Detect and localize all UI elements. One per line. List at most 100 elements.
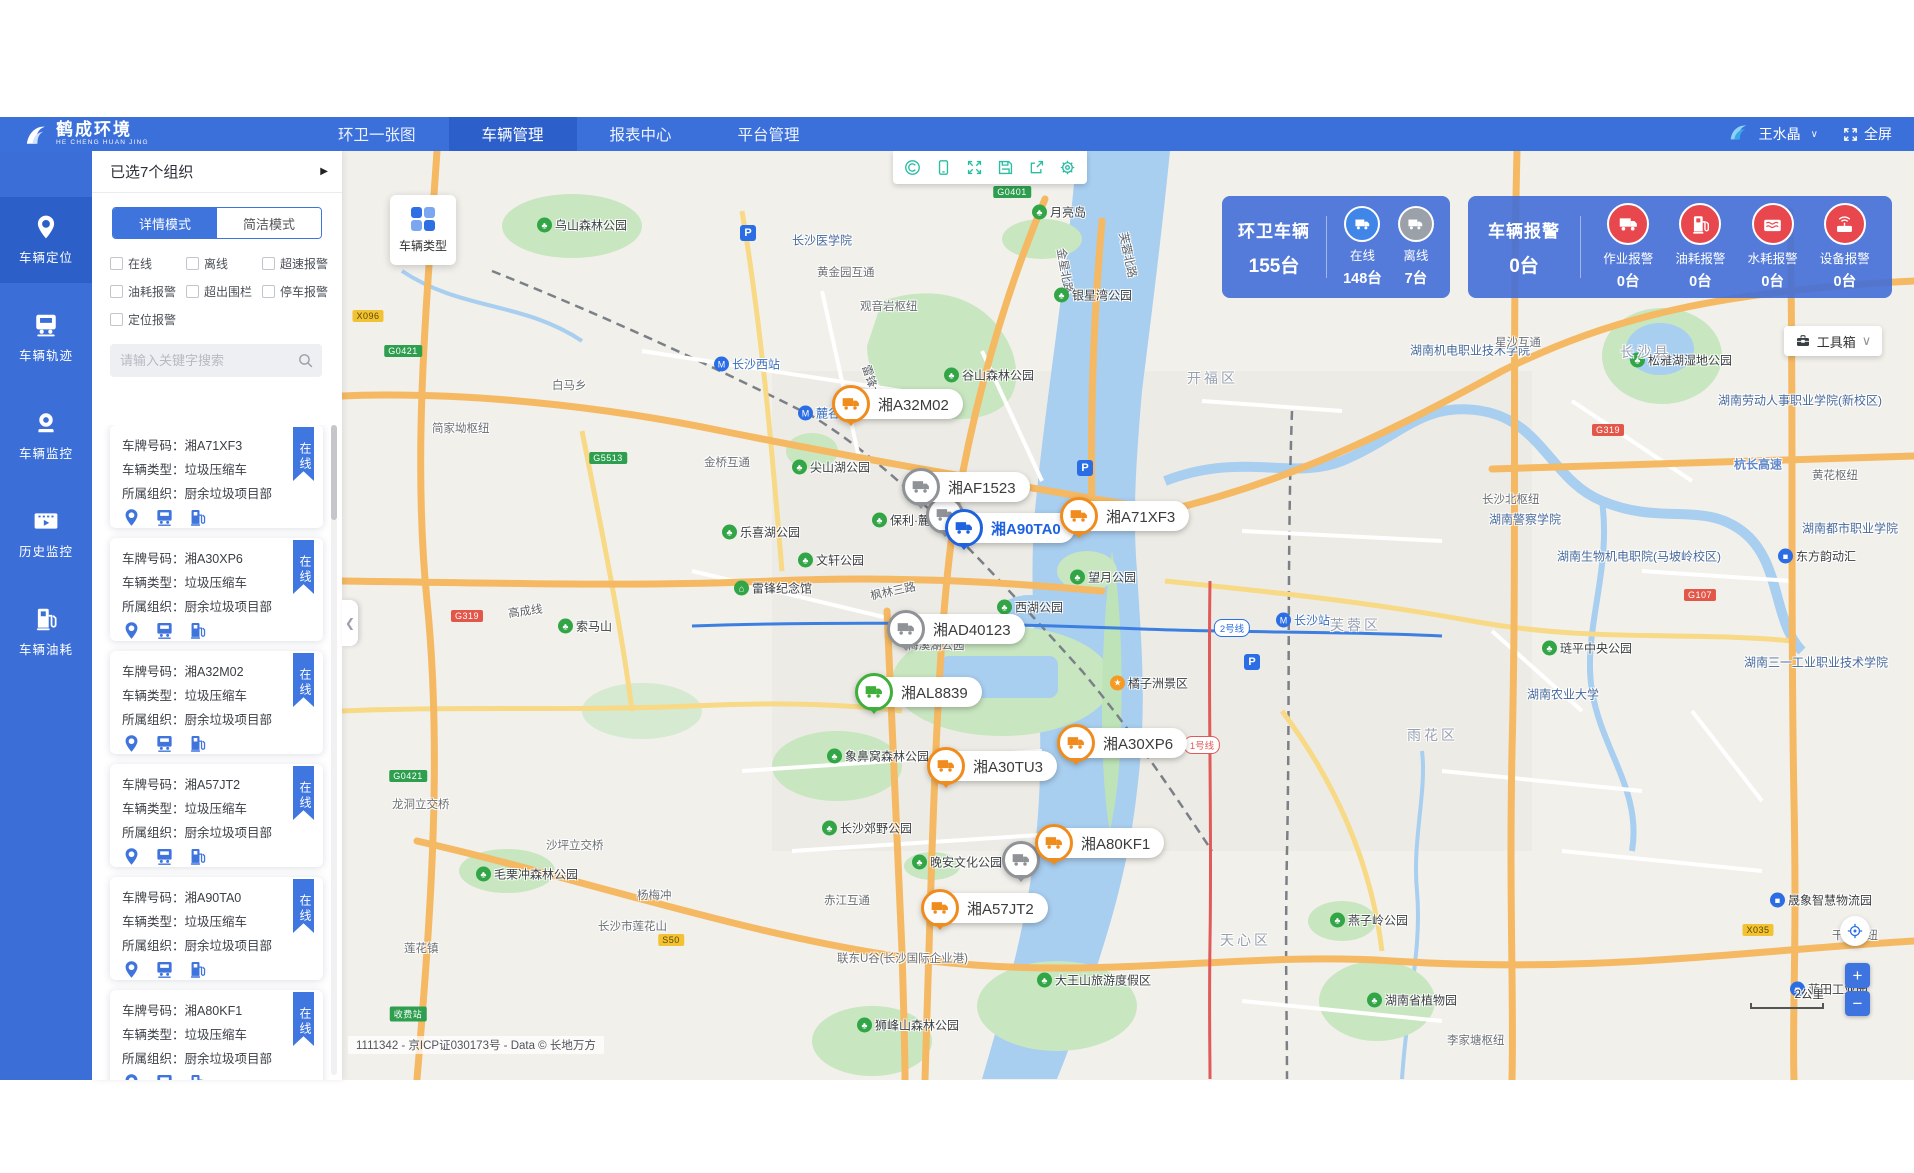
vehicle-card[interactable]: 车牌号码：湘A57JT2车辆类型：垃圾压缩车所属组织：厨余垃圾项目部在线 bbox=[110, 764, 323, 867]
track-vehicle-icon[interactable] bbox=[155, 960, 174, 984]
fuel-icon[interactable] bbox=[188, 621, 207, 645]
filter-油耗报警[interactable]: 油耗报警 bbox=[110, 283, 186, 300]
locate-button[interactable] bbox=[1840, 916, 1870, 946]
vehicle-card[interactable]: 车牌号码：湘A71XF3车辆类型：垃圾压缩车所属组织：厨余垃圾项目部在线 bbox=[110, 425, 323, 528]
share-icon[interactable] bbox=[1027, 158, 1046, 177]
checkbox[interactable] bbox=[262, 285, 275, 298]
alarm-stat-油耗报警[interactable]: 油耗报警0台 bbox=[1675, 203, 1725, 291]
nav-item-环卫一张图[interactable]: 环卫一张图 bbox=[305, 117, 449, 151]
track-vehicle-icon[interactable] bbox=[155, 621, 174, 645]
filter-超出围栏[interactable]: 超出围栏 bbox=[186, 283, 262, 300]
vehicle-marker-湘A30TU3[interactable]: 湘A30TU3 bbox=[927, 747, 965, 785]
road-shield-G0421: G0421 bbox=[384, 345, 422, 357]
vehicle-marker-湘A80KF1[interactable]: 湘A80KF1 bbox=[1035, 824, 1073, 862]
vehicle-type-button[interactable]: 车辆类型 bbox=[390, 195, 456, 265]
truck-icon bbox=[1060, 497, 1098, 535]
tablet-icon[interactable] bbox=[934, 158, 953, 177]
track-vehicle-icon[interactable] bbox=[155, 508, 174, 532]
vehicle-marker-湘AF1523[interactable]: 湘AF1523 bbox=[902, 468, 940, 506]
fuel-icon[interactable] bbox=[188, 847, 207, 871]
film-icon bbox=[33, 508, 59, 534]
user-avatar[interactable] bbox=[1727, 121, 1749, 148]
locate-vehicle-icon[interactable] bbox=[122, 508, 141, 532]
list-scrollbar[interactable] bbox=[331, 425, 337, 1075]
offline-stat[interactable]: 离线 7台 bbox=[1398, 206, 1434, 288]
list-scrollbar-thumb[interactable] bbox=[331, 425, 337, 520]
poi-label: 橘子洲景区 bbox=[1128, 675, 1188, 692]
fuel-icon[interactable] bbox=[188, 1073, 207, 1080]
zoom-in-button[interactable]: + bbox=[1845, 963, 1870, 988]
poi-长沙站: M长沙站 bbox=[1276, 612, 1330, 629]
vehicle-card[interactable]: 车牌号码：湘A30XP6车辆类型：垃圾压缩车所属组织：厨余垃圾项目部在线 bbox=[110, 538, 323, 641]
poi-label: 湖南都市职业学院 bbox=[1802, 520, 1898, 537]
filter-停车报警[interactable]: 停车报警 bbox=[262, 283, 342, 300]
locate-vehicle-icon[interactable] bbox=[122, 1073, 141, 1080]
fuel-icon[interactable] bbox=[188, 734, 207, 758]
filter-超速报警[interactable]: 超速报警 bbox=[262, 255, 342, 272]
checkbox[interactable] bbox=[186, 285, 199, 298]
vehicle-marker-湘A90TA0[interactable]: 湘A90TA0 bbox=[945, 509, 983, 547]
vehicle-card[interactable]: 车牌号码：湘A80KF1车辆类型：垃圾压缩车所属组织：厨余垃圾项目部在线 bbox=[110, 990, 323, 1080]
sidebar-item-历史监控[interactable]: 历史监控 bbox=[0, 491, 92, 577]
tab-详情模式[interactable]: 详情模式 bbox=[113, 208, 217, 238]
map-canvas[interactable]: 金星北路芙蓉北路雷锋大道枫林三路高成线 G0401X096G0421G5513G… bbox=[342, 151, 1914, 1080]
sidebar-item-车辆轨迹[interactable]: 车辆轨迹 bbox=[0, 295, 92, 381]
panel-collapse-button[interactable]: ❮ bbox=[342, 600, 358, 646]
fullscreen-button[interactable]: 全屏 bbox=[1842, 124, 1892, 144]
filter-在线[interactable]: 在线 bbox=[110, 255, 186, 272]
filter-定位报警[interactable]: 定位报警 bbox=[110, 311, 186, 328]
sidebar-item-车辆油耗[interactable]: 车辆油耗 bbox=[0, 589, 92, 675]
truck-alarm-icon bbox=[1607, 203, 1649, 245]
poi-望月公园: ♣望月公园 bbox=[1070, 569, 1136, 586]
org-expand-arrow[interactable]: ▶ bbox=[320, 166, 328, 177]
measure-icon[interactable] bbox=[903, 158, 922, 177]
track-vehicle-icon[interactable] bbox=[155, 734, 174, 758]
search-icon[interactable] bbox=[297, 352, 314, 369]
nav-item-平台管理[interactable]: 平台管理 bbox=[705, 117, 833, 151]
save-icon[interactable] bbox=[996, 158, 1015, 177]
checkbox[interactable] bbox=[262, 257, 275, 270]
online-stat[interactable]: 在线 148台 bbox=[1343, 206, 1382, 288]
locate-vehicle-icon[interactable] bbox=[122, 621, 141, 645]
search-input[interactable] bbox=[110, 344, 322, 377]
sidebar-item-车辆定位[interactable]: 车辆定位 bbox=[0, 197, 92, 283]
vehicle-marker-湘A30XP6[interactable]: 湘A30XP6 bbox=[1057, 724, 1095, 762]
filter-checkboxes: 在线离线超速报警油耗报警超出围栏停车报警定位报警 bbox=[110, 255, 342, 328]
gear-icon[interactable] bbox=[1058, 158, 1077, 177]
vehicle-marker-湘AL8839[interactable]: 湘AL8839 bbox=[855, 673, 893, 711]
poi-联东U谷(长沙国际企业港): 联东U谷(长沙国际企业港) bbox=[837, 950, 968, 966]
locate-vehicle-icon[interactable] bbox=[122, 847, 141, 871]
filter-离线[interactable]: 离线 bbox=[186, 255, 262, 272]
checkbox[interactable] bbox=[110, 313, 123, 326]
alarm-stat-水耗报警[interactable]: 水耗报警0台 bbox=[1748, 203, 1798, 291]
poi-label: 乌山森林公园 bbox=[555, 217, 627, 234]
user-name[interactable]: 王水晶 bbox=[1759, 124, 1801, 144]
nav-item-车辆管理[interactable]: 车辆管理 bbox=[449, 117, 577, 151]
vehicle-marker-湘AD40123[interactable]: 湘AD40123 bbox=[887, 610, 925, 648]
locate-vehicle-icon[interactable] bbox=[122, 960, 141, 984]
chevron-down-icon[interactable]: ∨ bbox=[1811, 129, 1818, 140]
fuel-icon[interactable] bbox=[188, 960, 207, 984]
vehicle-card[interactable]: 车牌号码：湘A32M02车辆类型：垃圾压缩车所属组织：厨余垃圾项目部在线 bbox=[110, 651, 323, 754]
checkbox[interactable] bbox=[110, 257, 123, 270]
toolbox-button[interactable]: 工具箱 ∨ bbox=[1784, 326, 1882, 356]
checkbox[interactable] bbox=[186, 257, 199, 270]
zoom-out-button[interactable]: − bbox=[1845, 991, 1870, 1016]
vehicle-marker-湘A32M02[interactable]: 湘A32M02 bbox=[832, 385, 870, 423]
vehicle-marker-湘A57JT2[interactable]: 湘A57JT2 bbox=[921, 889, 959, 927]
track-vehicle-icon[interactable] bbox=[155, 1073, 174, 1080]
alarm-stat-作业报警[interactable]: 作业报警0台 bbox=[1603, 203, 1653, 291]
sidebar-item-车辆监控[interactable]: 车辆监控 bbox=[0, 393, 92, 479]
nav-item-报表中心[interactable]: 报表中心 bbox=[577, 117, 705, 151]
tab-简洁模式[interactable]: 简洁模式 bbox=[217, 208, 321, 238]
track-vehicle-icon[interactable] bbox=[155, 847, 174, 871]
expand-icon[interactable] bbox=[965, 158, 984, 177]
alarm-stat-设备报警[interactable]: 设备报警0台 bbox=[1820, 203, 1870, 291]
poi-label: 狮峰山森林公园 bbox=[875, 1017, 959, 1034]
fuel-icon[interactable] bbox=[188, 508, 207, 532]
online-label: 在线 bbox=[1350, 245, 1375, 264]
vehicle-card[interactable]: 车牌号码：湘A90TA0车辆类型：垃圾压缩车所属组织：厨余垃圾项目部在线 bbox=[110, 877, 323, 980]
vehicle-marker-湘A71XF3[interactable]: 湘A71XF3 bbox=[1060, 497, 1098, 535]
locate-vehicle-icon[interactable] bbox=[122, 734, 141, 758]
checkbox[interactable] bbox=[110, 285, 123, 298]
